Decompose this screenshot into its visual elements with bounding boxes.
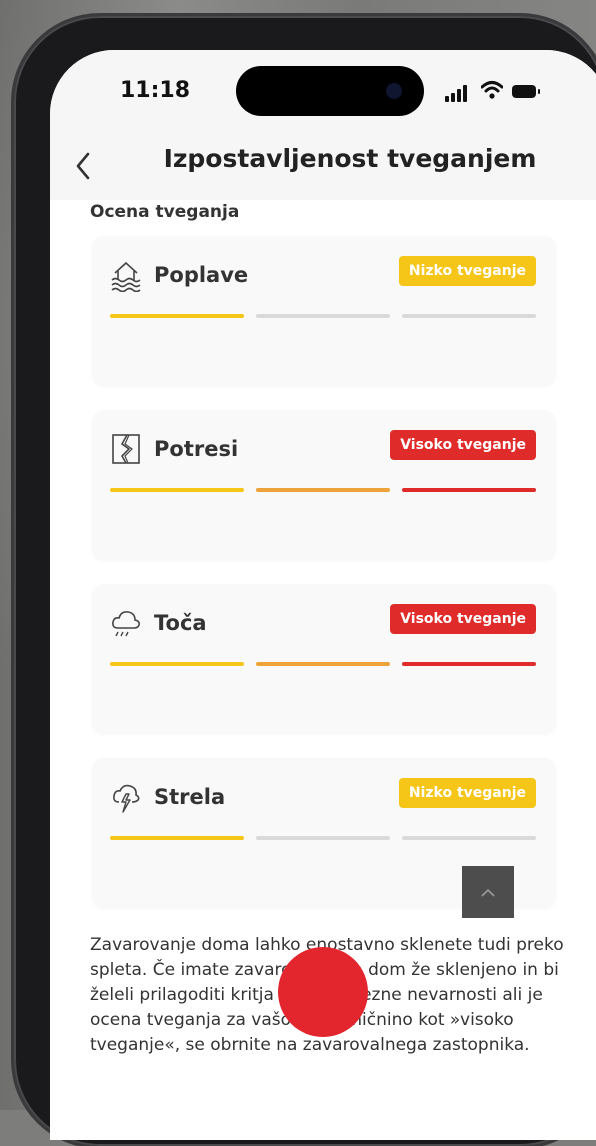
battery-icon xyxy=(512,85,540,98)
risk-card-poplave: Poplave Nizko tveganje xyxy=(92,236,556,386)
risk-segment-2 xyxy=(256,662,390,666)
status-time: 11:18 xyxy=(120,78,191,103)
phone-screen: 11:18 Izpostavljenost tveganjem Ocena tv… xyxy=(50,50,596,1140)
risk-level-bar xyxy=(110,314,536,319)
risk-segment-3 xyxy=(402,836,536,840)
risk-badge: Nizko tveganje xyxy=(398,778,536,808)
chevron-up-icon xyxy=(481,888,495,897)
section-title: Ocena tveganja xyxy=(90,202,240,222)
risk-card-toca: Toča Visoko tveganje xyxy=(92,584,556,734)
risk-segment-2 xyxy=(256,314,390,318)
cellular-signal-icon xyxy=(445,84,471,102)
wifi-icon xyxy=(481,81,503,99)
risk-name: Poplave xyxy=(154,263,249,287)
risk-segment-3 xyxy=(402,662,536,666)
risk-segment-2 xyxy=(256,488,390,492)
status-bar: 11:18 xyxy=(50,50,596,140)
chevron-left-icon xyxy=(76,152,90,180)
risk-card-potresi: Potresi Visoko tveganje xyxy=(92,410,556,560)
risk-segment-3 xyxy=(402,488,536,492)
page-title: Izpostavljenost tveganjem xyxy=(163,144,537,173)
back-button[interactable] xyxy=(68,146,98,186)
flood-house-icon xyxy=(111,261,141,292)
risk-badge: Nizko tveganje xyxy=(398,256,536,286)
nav-bar: Izpostavljenost tveganjem xyxy=(50,140,596,200)
scroll-to-top-button[interactable] xyxy=(462,866,514,918)
risk-level-bar xyxy=(110,488,536,493)
earthquake-icon xyxy=(112,434,140,464)
dynamic-island xyxy=(236,66,424,116)
risk-badge: Visoko tveganje xyxy=(390,604,536,634)
phone-frame: 11:18 Izpostavljenost tveganjem Ocena tv… xyxy=(14,16,596,1146)
risk-segment-1 xyxy=(110,488,244,492)
risk-segment-3 xyxy=(402,314,536,318)
primary-action-button[interactable] xyxy=(278,947,368,1037)
risk-segment-2 xyxy=(256,836,390,840)
risk-name: Potresi xyxy=(154,437,239,461)
risk-segment-1 xyxy=(110,314,244,318)
lightning-cloud-icon xyxy=(113,784,140,813)
risk-name: Toča xyxy=(154,611,207,635)
risk-segment-1 xyxy=(110,836,244,840)
risk-level-bar xyxy=(110,836,536,841)
risk-level-bar xyxy=(110,662,536,667)
hail-cloud-icon xyxy=(112,611,140,637)
risk-name: Strela xyxy=(154,785,226,809)
risk-badge: Visoko tveganje xyxy=(390,430,536,460)
risk-segment-1 xyxy=(110,662,244,666)
